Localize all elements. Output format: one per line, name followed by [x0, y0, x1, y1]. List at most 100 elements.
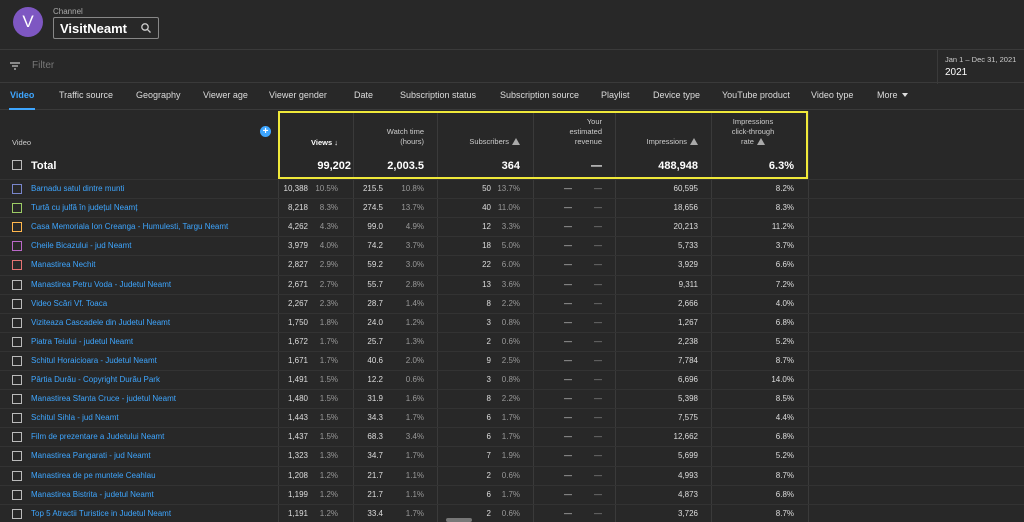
cell-views-pct: 1.7% — [319, 355, 338, 365]
cell-views: 1,208 — [287, 470, 308, 480]
video-title-link[interactable]: Manastirea Sfanta Cruce - judetul Neamt — [31, 394, 176, 403]
row-checkbox[interactable] — [12, 508, 22, 519]
cell-subscribers-pct: 0.8% — [501, 317, 520, 327]
cell-ctr: 8.2% — [775, 184, 794, 193]
table-row: Turtă cu julfă în județul Neamț 8,218 8.3%… — [0, 198, 1024, 217]
cell-ctr: 14.0% — [771, 375, 794, 384]
row-checkbox[interactable] — [12, 432, 22, 443]
row-checkbox[interactable] — [12, 413, 22, 424]
row-checkbox[interactable] — [12, 241, 22, 252]
tab-device-type[interactable]: Device type — [653, 90, 700, 100]
tab-geography[interactable]: Geography — [136, 90, 181, 100]
video-title-link[interactable]: Turtă cu julfă în județul Neamț — [31, 203, 137, 212]
row-checkbox[interactable] — [12, 317, 22, 328]
video-title-link[interactable]: Viziteaza Cascadele din Judetul Neamt — [31, 318, 170, 327]
cell-views-pct: 1.5% — [319, 394, 338, 404]
channel-avatar[interactable]: V — [13, 7, 43, 37]
total-checkbox[interactable] — [12, 160, 22, 170]
date-range-picker[interactable]: Jan 1 – Dec 31, 2021 2021 — [937, 50, 1024, 84]
tab-more[interactable]: More — [877, 90, 908, 100]
cell-revenue-pct: — — [594, 222, 602, 232]
cell-ctr: 8.3% — [775, 203, 794, 213]
cell-impressions: 3,929 — [677, 260, 698, 270]
cell-revenue-pct: — — [594, 298, 602, 308]
row-checkbox[interactable] — [12, 203, 22, 214]
cell-views-pct: 4.3% — [319, 222, 338, 232]
tab-subscription-source[interactable]: Subscription source — [500, 90, 579, 100]
row-checkbox[interactable] — [12, 222, 22, 233]
row-checkbox[interactable] — [12, 260, 22, 271]
cell-revenue: — — [564, 184, 572, 193]
row-checkbox[interactable] — [12, 355, 22, 366]
table-row: Schitul Sihla - jud Neamt 1,443 1.5% 34.3 1.… — [0, 408, 1024, 427]
cell-revenue-pct: — — [594, 184, 602, 193]
row-checkbox[interactable] — [12, 375, 22, 385]
cell-impressions: 60,595 — [673, 184, 698, 193]
video-title-link[interactable]: Manastirea Bistrita - judetul Neamt — [31, 490, 154, 499]
video-title-link[interactable]: Barnadu satul dintre munti — [31, 184, 124, 193]
tab-viewer-age[interactable]: Viewer age — [203, 90, 248, 100]
cell-watch-time: 55.7 — [367, 279, 383, 289]
channel-selector[interactable]: VisitNeamt — [53, 17, 159, 39]
row-checkbox[interactable] — [12, 184, 22, 194]
tab-playlist[interactable]: Playlist — [601, 90, 630, 100]
video-title-link[interactable]: Manastirea Petru Voda - Judetul Neamt — [31, 280, 171, 289]
cell-watch-time: 28.7 — [367, 298, 383, 308]
video-title-link[interactable]: Piatra Teiului - judetul Neamt — [31, 337, 133, 346]
cell-impressions: 7,575 — [677, 413, 698, 423]
video-title-link[interactable]: Manastirea Nechit — [31, 260, 95, 269]
table-row: Casa Memoriala Ion Creanga - Humulesti, … — [0, 217, 1024, 236]
video-title-link[interactable]: Schitul Sihla - jud Neamt — [31, 413, 119, 422]
video-title-link[interactable]: Schitul Horaicioara - Judetul Neamt — [31, 356, 157, 365]
video-title-link[interactable]: Pârtia Durău - Copyright Durău Park — [31, 375, 160, 384]
search-icon[interactable] — [140, 22, 152, 34]
cell-subscribers: 2 — [486, 470, 491, 480]
cell-watch-time: 74.2 — [367, 241, 383, 251]
row-checkbox[interactable] — [12, 394, 22, 405]
cell-views-pct: 1.7% — [319, 336, 338, 346]
cell-ctr: 11.2% — [771, 222, 794, 232]
video-title-link[interactable]: Casa Memoriala Ion Creanga - Humulesti, … — [31, 222, 228, 231]
tab-traffic-source[interactable]: Traffic source — [59, 90, 113, 100]
tab-video[interactable]: Video — [10, 90, 34, 100]
cell-ctr: 8.7% — [775, 508, 794, 518]
cell-watch-time-pct: 1.2% — [405, 317, 424, 327]
cell-subscribers: 13 — [482, 279, 491, 289]
video-title-link[interactable]: Manastirea Pangarati - jud Neamt — [31, 451, 151, 460]
date-year-text: 2021 — [945, 67, 968, 78]
cell-subscribers-pct: 0.6% — [501, 470, 520, 480]
add-column-button[interactable]: + — [260, 126, 271, 137]
horizontal-scrollbar[interactable] — [446, 518, 472, 522]
cell-subscribers-pct: 3.6% — [501, 279, 520, 289]
row-checkbox[interactable] — [12, 489, 22, 500]
cell-watch-time-pct: 2.0% — [405, 355, 424, 365]
tab-youtube-product[interactable]: YouTube product — [722, 90, 790, 100]
filter-icon[interactable] — [9, 60, 21, 72]
row-checkbox[interactable] — [12, 279, 22, 290]
cell-ctr: 8.7% — [775, 470, 794, 480]
cell-ctr: 8.5% — [775, 394, 794, 404]
video-title-link[interactable]: Film de prezentare a Judetului Neamt — [31, 432, 164, 441]
tab-date[interactable]: Date — [354, 90, 373, 100]
row-checkbox[interactable] — [12, 470, 22, 481]
cell-views: 1,443 — [287, 413, 308, 423]
video-title-link[interactable]: Manastirea de pe muntele Ceahlau — [31, 471, 156, 480]
cell-watch-time: 34.3 — [367, 413, 383, 423]
tab-video-type[interactable]: Video type — [811, 90, 853, 100]
row-checkbox[interactable] — [12, 451, 22, 462]
cell-subscribers: 6 — [486, 489, 491, 499]
cell-impressions: 5,699 — [677, 451, 698, 461]
tab-viewer-gender[interactable]: Viewer gender — [269, 90, 327, 100]
cell-revenue-pct: — — [594, 394, 602, 404]
cell-ctr: 4.4% — [775, 413, 794, 423]
cell-views: 4,262 — [287, 222, 308, 232]
row-checkbox[interactable] — [12, 336, 22, 347]
cell-subscribers-pct: 5.0% — [501, 241, 520, 251]
table-row: Piatra Teiului - judetul Neamt 1,672 1.7% 2… — [0, 331, 1024, 351]
row-checkbox[interactable] — [12, 298, 22, 309]
tab-subscription-status[interactable]: Subscription status — [400, 90, 476, 100]
video-title-link[interactable]: Video Scări Vf. Toaca — [31, 299, 107, 308]
filter-input[interactable]: Filter — [32, 60, 54, 71]
video-title-link[interactable]: Cheile Bicazului - jud Neamt — [31, 241, 132, 250]
video-title-link[interactable]: Top 5 Atractii Turistice in Judetul Neam… — [31, 509, 171, 518]
